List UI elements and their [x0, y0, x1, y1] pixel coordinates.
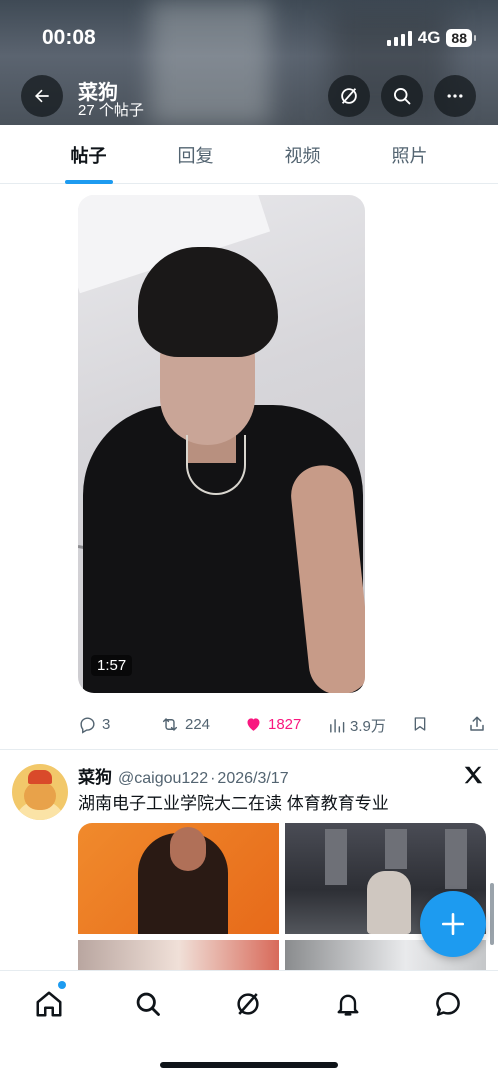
repost-icon — [162, 718, 178, 731]
tab-videos[interactable]: 视频 — [249, 125, 356, 184]
nav-search[interactable] — [131, 987, 165, 1021]
scrollbar[interactable] — [490, 883, 494, 945]
tab-replies[interactable]: 回复 — [142, 125, 249, 184]
share-icon — [470, 716, 484, 731]
search-icon — [394, 88, 411, 105]
analytics-icon — [330, 719, 345, 733]
grok-button[interactable] — [328, 75, 370, 117]
repost-count: 224 — [185, 716, 211, 733]
profile-tabs: 帖子 回复 视频 照片 — [0, 125, 498, 184]
tab-posts[interactable]: 帖子 — [35, 125, 142, 184]
search-icon — [136, 992, 160, 1016]
status-indicators: 4G 88 — [386, 28, 476, 48]
reply-icon — [80, 717, 95, 734]
bookmark-button[interactable] — [412, 715, 428, 733]
home-indicator — [160, 1062, 338, 1068]
video-thumbnail[interactable]: 1:57 — [78, 195, 365, 693]
author-handle[interactable]: @caigou122 — [118, 770, 208, 788]
post-text: 湖南电子工业学院大二在读 体育教育专业 — [78, 794, 389, 813]
profile-header: 00:08 4G 88 菜狗 27 个帖子 — [0, 0, 498, 125]
author-name[interactable]: 菜狗 — [78, 763, 112, 788]
post-divider — [0, 749, 498, 750]
view-count: 3.9万 — [350, 718, 386, 735]
video-duration: 1:57 — [91, 655, 133, 676]
search-button[interactable] — [381, 75, 423, 117]
post-header: 菜狗 @caigou122 · 2026/3/17 — [78, 763, 289, 788]
post-photo[interactable] — [78, 940, 279, 970]
nav-notifications[interactable] — [331, 987, 365, 1021]
views-button[interactable]: 3.9万 — [328, 715, 386, 736]
like-count: 1827 — [268, 715, 302, 733]
grok-icon — [341, 88, 357, 104]
signal-icon — [386, 30, 412, 46]
nav-home[interactable] — [32, 987, 66, 1021]
compose-button[interactable] — [420, 891, 486, 957]
reply-count: 3 — [102, 716, 111, 733]
post-photo[interactable] — [78, 823, 279, 934]
status-time: 00:08 — [42, 26, 96, 49]
meta-separator: · — [210, 770, 216, 787]
more-icon — [447, 94, 463, 98]
more-button[interactable] — [434, 75, 476, 117]
notifications-icon — [337, 994, 359, 1016]
header-banner-blur — [150, 0, 270, 125]
nav-messages[interactable] — [431, 987, 465, 1021]
repost-button[interactable]: 224 — [160, 715, 210, 734]
x-logo-icon — [461, 764, 485, 791]
share-button[interactable] — [468, 715, 486, 733]
avatar[interactable] — [12, 764, 68, 820]
home-icon — [36, 991, 62, 1017]
nav-grok[interactable] — [231, 987, 265, 1021]
heart-icon — [247, 718, 260, 731]
post-date[interactable]: 2026/3/17 — [217, 770, 288, 788]
messages-icon — [436, 992, 460, 1016]
reply-button[interactable]: 3 — [78, 715, 110, 734]
plus-icon — [441, 912, 465, 936]
network-type: 4G — [417, 28, 441, 47]
bookmark-icon — [414, 717, 426, 731]
home-notification-dot — [58, 981, 66, 989]
like-button[interactable]: 1827 — [244, 715, 301, 733]
grok-icon — [237, 993, 259, 1015]
post-actions: 3 224 1827 3.9万 — [0, 715, 498, 737]
arrow-left-icon — [35, 89, 49, 103]
back-button[interactable] — [21, 75, 63, 117]
tab-photos[interactable]: 照片 — [356, 125, 463, 184]
post-count: 27 个帖子 — [78, 102, 144, 119]
battery-icon: 88 — [446, 29, 476, 47]
